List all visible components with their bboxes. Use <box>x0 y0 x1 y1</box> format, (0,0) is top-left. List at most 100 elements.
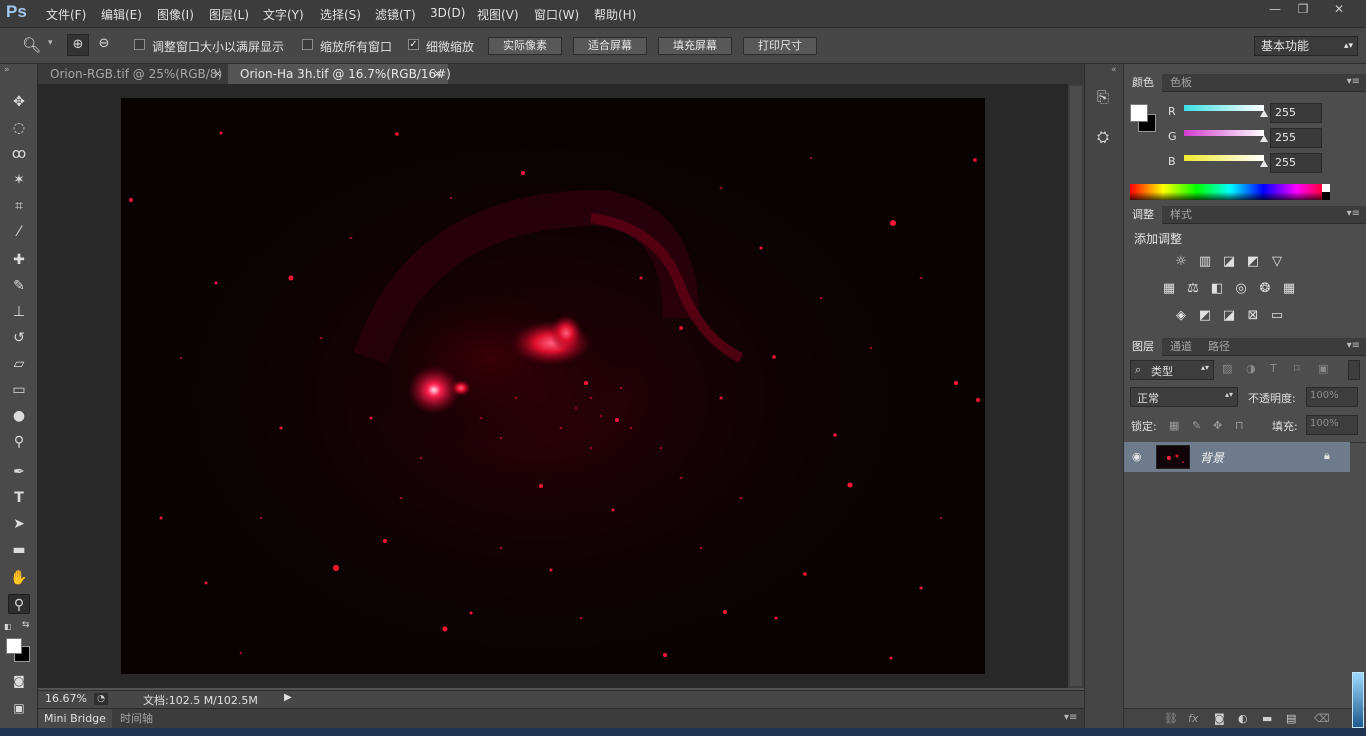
lock-transparent-icon[interactable]: ▦ <box>1169 419 1179 432</box>
threshold-icon[interactable]: ◪ <box>1220 307 1238 325</box>
close-icon[interactable]: × <box>433 67 442 80</box>
tab-swatches[interactable]: 色板 <box>1162 74 1200 92</box>
adjust-filter-icon[interactable]: ◑ <box>1246 362 1256 375</box>
collapse-icon[interactable]: » <box>4 65 10 75</box>
resize-windows-checkbox[interactable] <box>134 39 145 50</box>
tab-timeline[interactable]: 时间轴 <box>120 709 153 728</box>
path-select-icon[interactable]: ➤ <box>8 514 30 534</box>
hand-icon[interactable]: ✋ <box>8 568 30 588</box>
type-icon[interactable]: T <box>8 488 30 508</box>
crop-icon[interactable]: ⌗ <box>8 196 30 216</box>
menu-select[interactable]: 选择(S) <box>320 6 361 23</box>
panel-menu-icon[interactable]: ▾≡ <box>1347 340 1360 351</box>
brush-icon[interactable]: ✎ <box>8 276 30 296</box>
minimize-button[interactable]: — <box>1262 2 1288 18</box>
color-balance-icon[interactable]: ⚖ <box>1184 280 1202 298</box>
add-mask-icon[interactable]: ◙ <box>1214 712 1225 725</box>
collapse-icon[interactable]: « <box>1111 65 1117 75</box>
eraser-icon[interactable]: ▱ <box>8 354 30 374</box>
tab-styles[interactable]: 样式 <box>1162 206 1200 224</box>
foreground-color-swatch[interactable] <box>1130 104 1148 122</box>
fit-screen-button[interactable]: 适合屏幕 <box>573 37 647 55</box>
zoom-level[interactable]: 16.67% <box>45 692 87 705</box>
r-slider-thumb[interactable] <box>1260 110 1268 117</box>
b-value-field[interactable]: 255 <box>1270 153 1322 173</box>
healing-icon[interactable]: ✚ <box>8 250 30 270</box>
pixel-filter-icon[interactable]: ▨ <box>1222 362 1232 375</box>
zoom-all-checkbox[interactable] <box>302 39 313 50</box>
properties-panel-icon[interactable]: ⛭ <box>1097 128 1109 146</box>
foreground-color-swatch[interactable] <box>6 638 22 654</box>
photo-filter-icon[interactable]: ◎ <box>1232 280 1250 298</box>
shape-filter-icon[interactable]: ⌑ <box>1294 362 1300 375</box>
rectangle-icon[interactable]: ▬ <box>8 540 30 560</box>
g-slider-thumb[interactable] <box>1260 135 1268 142</box>
invert-icon[interactable]: ◈ <box>1172 307 1190 325</box>
print-size-button[interactable]: 打印尺寸 <box>743 37 817 55</box>
menu-filter[interactable]: 滤镜(T) <box>375 6 416 23</box>
tab-channels[interactable]: 通道 <box>1162 338 1200 356</box>
menu-layer[interactable]: 图层(L) <box>209 6 249 23</box>
new-layer-icon[interactable]: ▤ <box>1286 712 1296 725</box>
lock-position-icon[interactable]: ✥ <box>1213 419 1222 432</box>
opacity-field[interactable]: 100% <box>1306 387 1358 407</box>
tab-color[interactable]: 颜色 <box>1124 74 1162 92</box>
g-value-field[interactable]: 255 <box>1270 128 1322 148</box>
panel-menu-icon[interactable]: ▾≡ <box>1064 712 1077 723</box>
white-swatch[interactable] <box>1322 184 1330 192</box>
levels-icon[interactable]: ▥ <box>1196 253 1214 271</box>
fx-icon[interactable]: fx <box>1188 712 1198 725</box>
tab-adjustments[interactable]: 调整 <box>1124 206 1162 224</box>
lock-all-icon[interactable]: ⊓ <box>1235 419 1244 432</box>
status-info-icon[interactable]: ◔ <box>94 693 108 705</box>
panel-menu-icon[interactable]: ▾≡ <box>1347 76 1360 87</box>
r-slider[interactable] <box>1184 105 1264 111</box>
menu-type[interactable]: 文字(Y) <box>263 6 304 23</box>
r-value-field[interactable]: 255 <box>1270 103 1322 123</box>
close-button[interactable]: ✕ <box>1326 2 1352 18</box>
move-icon[interactable]: ✥ <box>8 92 30 112</box>
new-group-icon[interactable]: ▬ <box>1262 712 1272 725</box>
zoom-out-icon[interactable]: ⊖ <box>93 34 115 56</box>
filter-toggle[interactable] <box>1348 360 1360 380</box>
black-swatch[interactable] <box>1322 192 1330 200</box>
fill-screen-button[interactable]: 填充屏幕 <box>658 37 732 55</box>
magic-wand-icon[interactable]: ✶ <box>8 170 30 190</box>
quick-mask-icon[interactable]: ◙ <box>8 671 30 691</box>
swap-colors-icon[interactable]: ⇆ <box>22 620 30 630</box>
document-image[interactable] <box>121 98 985 674</box>
history-panel-icon[interactable]: ⎘ <box>1097 88 1109 106</box>
screen-mode-icon[interactable]: ▣ <box>8 698 30 718</box>
scrubby-zoom-checkbox[interactable]: ✓ <box>408 39 419 50</box>
menu-view[interactable]: 视图(V) <box>477 6 519 23</box>
selective-color-icon[interactable]: ⊠ <box>1244 307 1262 325</box>
gradient-icon[interactable]: ▭ <box>8 380 30 400</box>
vibrance-icon[interactable]: ▽ <box>1268 253 1286 271</box>
color-lookup-icon[interactable]: ▦ <box>1280 280 1298 298</box>
tab-layers[interactable]: 图层 <box>1124 338 1162 356</box>
floating-widget[interactable] <box>1352 672 1364 728</box>
menu-window[interactable]: 窗口(W) <box>534 6 579 23</box>
layer-filter-select[interactable]: ⌕ 类型 ▴▾ <box>1130 360 1214 380</box>
tab-orion-ha[interactable]: Orion-Ha 3h.tif @ 16.7%(RGB/16#) <box>228 64 451 84</box>
brightness-icon[interactable]: ☼ <box>1172 253 1190 271</box>
zoom-in-icon[interactable]: ⊕ <box>67 34 89 56</box>
black-white-icon[interactable]: ◧ <box>1208 280 1226 298</box>
g-slider[interactable] <box>1184 130 1264 136</box>
menu-image[interactable]: 图像(I) <box>157 6 194 23</box>
exposure-icon[interactable]: ◩ <box>1244 253 1262 271</box>
layer-row-background[interactable]: ◉ 背景 🔒︎ <box>1124 442 1350 472</box>
gradient-map-icon[interactable]: ▭ <box>1268 307 1286 325</box>
posterize-icon[interactable]: ◩ <box>1196 307 1214 325</box>
pen-icon[interactable]: ✒ <box>8 462 30 482</box>
channel-mixer-icon[interactable]: ❂ <box>1256 280 1274 298</box>
curves-icon[interactable]: ◪ <box>1220 253 1238 271</box>
stamp-icon[interactable]: ⊥ <box>8 302 30 322</box>
fill-field[interactable]: 100% <box>1306 415 1358 435</box>
zoom-icon[interactable]: ⚲ <box>8 594 30 614</box>
menu-3d[interactable]: 3D(D) <box>430 6 465 20</box>
tab-mini-bridge[interactable]: Mini Bridge <box>38 709 112 728</box>
default-colors-icon[interactable]: ◧ <box>4 622 12 631</box>
tab-orion-rgb[interactable]: Orion-RGB.tif @ 25%(RGB/8) <box>38 64 228 84</box>
type-filter-icon[interactable]: T <box>1270 362 1277 375</box>
